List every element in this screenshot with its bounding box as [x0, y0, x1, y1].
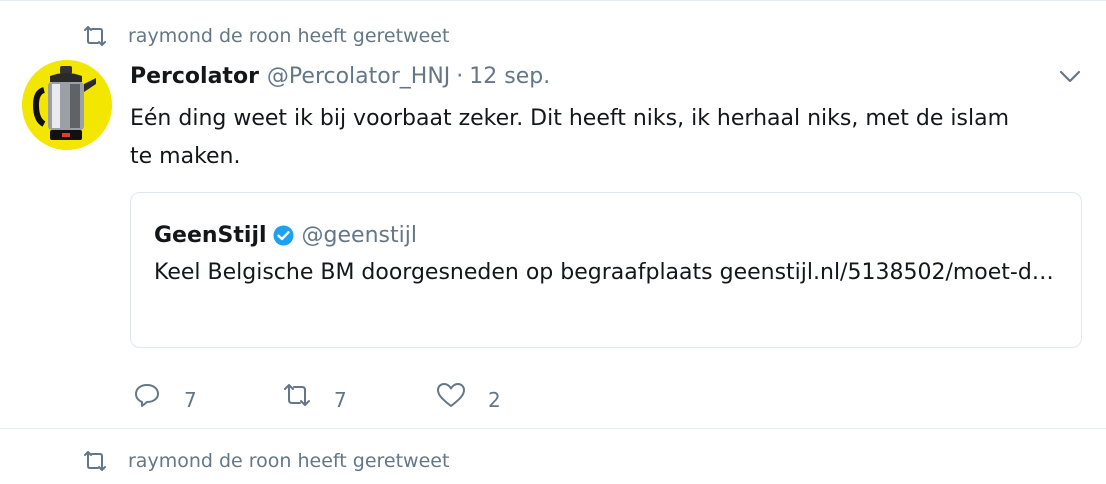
retweet-context-text[interactable]: raymond de roon heeft geretweet — [128, 450, 449, 472]
tweet-actions: 7 7 2 — [132, 378, 501, 412]
like-count: 2 — [488, 388, 501, 412]
quoted-author-name: GeenStijl — [154, 223, 267, 248]
tweet-header: Percolator @Percolator_HNJ · 12 sep. — [130, 64, 550, 89]
verified-badge-icon — [273, 225, 294, 246]
retweet-context-text[interactable]: raymond de roon heeft geretweet — [128, 25, 449, 47]
retweet-count: 7 — [334, 388, 347, 412]
percolator-avatar-image — [22, 60, 112, 150]
retweet-icon — [82, 450, 112, 472]
top-divider — [0, 0, 1106, 1]
reply-icon — [132, 381, 162, 409]
tweet-text: Eén ding weet ik bij voorbaat zeker. Dit… — [130, 106, 1010, 169]
quoted-tweet-text: Keel Belgische BM doorgesneden op begraa… — [154, 260, 1054, 285]
header-separator: · — [456, 64, 464, 89]
author-name[interactable]: Percolator — [130, 64, 259, 89]
reply-button[interactable]: 7 — [132, 378, 282, 412]
tweet-timestamp[interactable]: 12 sep. — [469, 64, 550, 89]
tweet-divider — [0, 428, 1106, 429]
chevron-down-icon[interactable] — [1058, 66, 1082, 86]
retweet-icon — [282, 381, 312, 409]
avatar[interactable] — [22, 60, 112, 150]
retweet-context-top[interactable]: raymond de roon heeft geretweet — [82, 25, 449, 47]
quoted-tweet-header: GeenStijl @geenstijl — [154, 223, 417, 248]
quoted-tweet-card[interactable]: GeenStijl @geenstijl Keel Belgische BM d… — [130, 192, 1082, 348]
reply-count: 7 — [184, 388, 197, 412]
like-button[interactable]: 2 — [436, 378, 501, 412]
heart-icon — [436, 381, 466, 409]
author-handle[interactable]: @Percolator_HNJ — [267, 64, 450, 89]
retweet-button[interactable]: 7 — [282, 378, 436, 412]
retweet-icon — [82, 25, 112, 47]
quoted-author-handle: @geenstijl — [301, 223, 417, 248]
retweet-context-bottom[interactable]: raymond de roon heeft geretweet — [82, 450, 449, 472]
